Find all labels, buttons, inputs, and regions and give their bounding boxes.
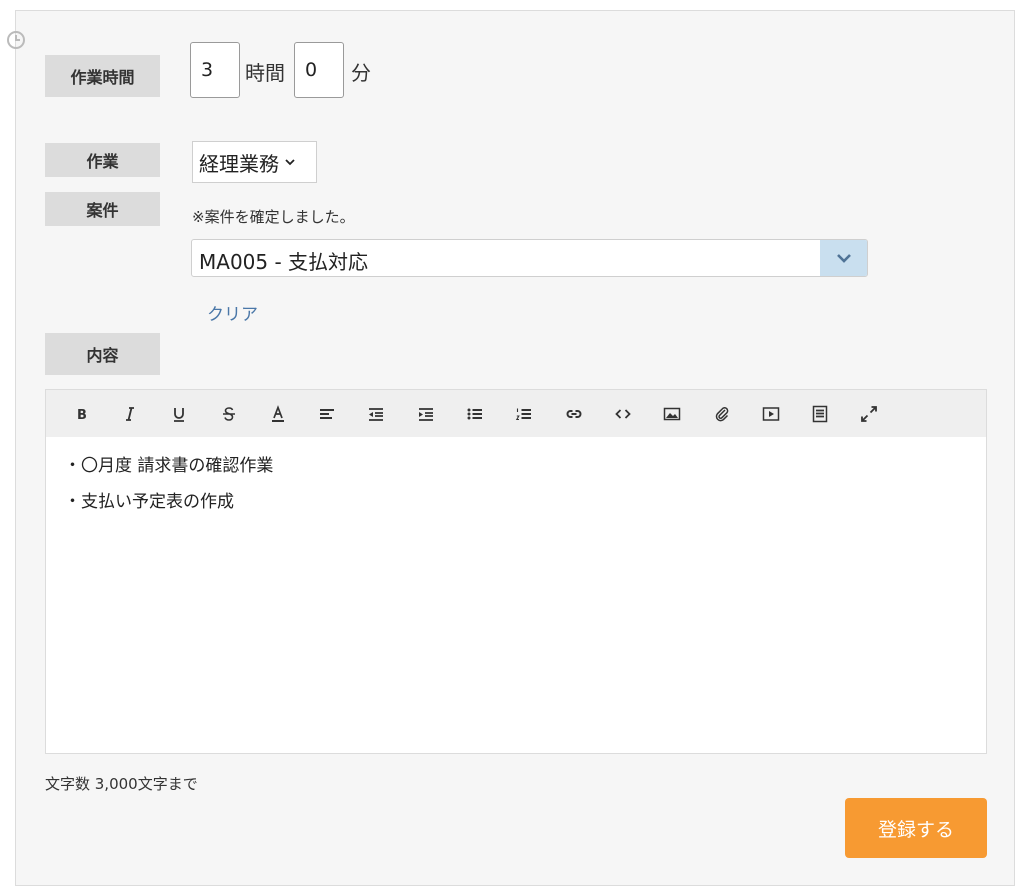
image-button[interactable] — [648, 390, 697, 437]
work-select[interactable]: 経理業務 — [192, 141, 317, 183]
bold-button[interactable]: B — [56, 390, 105, 437]
editor-content-area[interactable]: ・〇月度 請求書の確認作業 ・支払い予定表の作成 — [46, 437, 986, 541]
italic-button[interactable] — [105, 390, 154, 437]
link-icon — [566, 409, 582, 418]
rich-text-editor: B ・〇月度 請求書の確認作業 ・支払い予定表の作成 — [45, 389, 987, 754]
case-label: 案件 — [45, 192, 160, 226]
case-dropdown-button[interactable] — [820, 240, 867, 276]
hours-input[interactable] — [190, 42, 240, 98]
justify-button[interactable] — [795, 390, 844, 437]
code-icon — [615, 408, 631, 419]
video-icon — [762, 406, 780, 421]
font-color-button[interactable] — [253, 390, 302, 437]
minutes-input[interactable] — [294, 42, 344, 98]
minutes-unit: 分 — [351, 61, 371, 85]
fullscreen-icon — [861, 405, 878, 422]
chevron-down-icon — [285, 159, 295, 166]
svg-text:B: B — [77, 408, 87, 423]
work-time-label: 作業時間 — [45, 55, 160, 97]
strikethrough-button[interactable] — [204, 390, 253, 437]
numbered-list-button[interactable] — [500, 390, 549, 437]
attachment-icon — [715, 406, 728, 421]
bold-icon: B — [77, 408, 87, 423]
underline-button[interactable] — [155, 390, 204, 437]
case-confirmed-note: ※案件を確定しました。 — [192, 208, 355, 226]
video-button[interactable] — [746, 390, 795, 437]
content-label: 内容 — [45, 333, 160, 375]
work-label: 作業 — [45, 143, 160, 177]
case-combobox[interactable]: MA005 - 支払対応 — [191, 239, 868, 277]
char-limit-note: 文字数 3,000文字まで — [45, 775, 198, 793]
case-combobox-value: MA005 - 支払対応 — [199, 250, 369, 274]
outdent-icon — [369, 407, 384, 421]
indent-icon — [418, 407, 433, 421]
numbered-list-icon — [516, 408, 532, 420]
editor-line: ・支払い予定表の作成 — [64, 492, 234, 512]
bullet-list-button[interactable] — [450, 390, 499, 437]
indent-button[interactable] — [401, 390, 450, 437]
clear-link[interactable]: クリア — [207, 300, 258, 325]
code-button[interactable] — [598, 390, 647, 437]
outdent-button[interactable] — [352, 390, 401, 437]
attachment-button[interactable] — [697, 390, 746, 437]
link-button[interactable] — [549, 390, 598, 437]
register-button[interactable]: 登録する — [845, 798, 987, 858]
work-select-value: 経理業務 — [199, 151, 279, 176]
chevron-down-icon — [836, 254, 851, 263]
hours-unit: 時間 — [245, 61, 285, 85]
fullscreen-button[interactable] — [845, 390, 894, 437]
font-color-icon — [271, 404, 284, 422]
bullet-list-icon — [467, 408, 483, 419]
strikethrough-icon — [222, 406, 235, 421]
align-left-button[interactable] — [302, 390, 351, 437]
align-left-icon — [320, 408, 335, 419]
underline-icon — [174, 407, 185, 422]
italic-icon — [125, 406, 134, 421]
justify-icon — [812, 405, 828, 422]
image-icon — [663, 407, 681, 420]
clock-icon — [7, 31, 25, 49]
editor-toolbar: B — [46, 390, 986, 437]
editor-line: ・〇月度 請求書の確認作業 — [64, 456, 274, 476]
